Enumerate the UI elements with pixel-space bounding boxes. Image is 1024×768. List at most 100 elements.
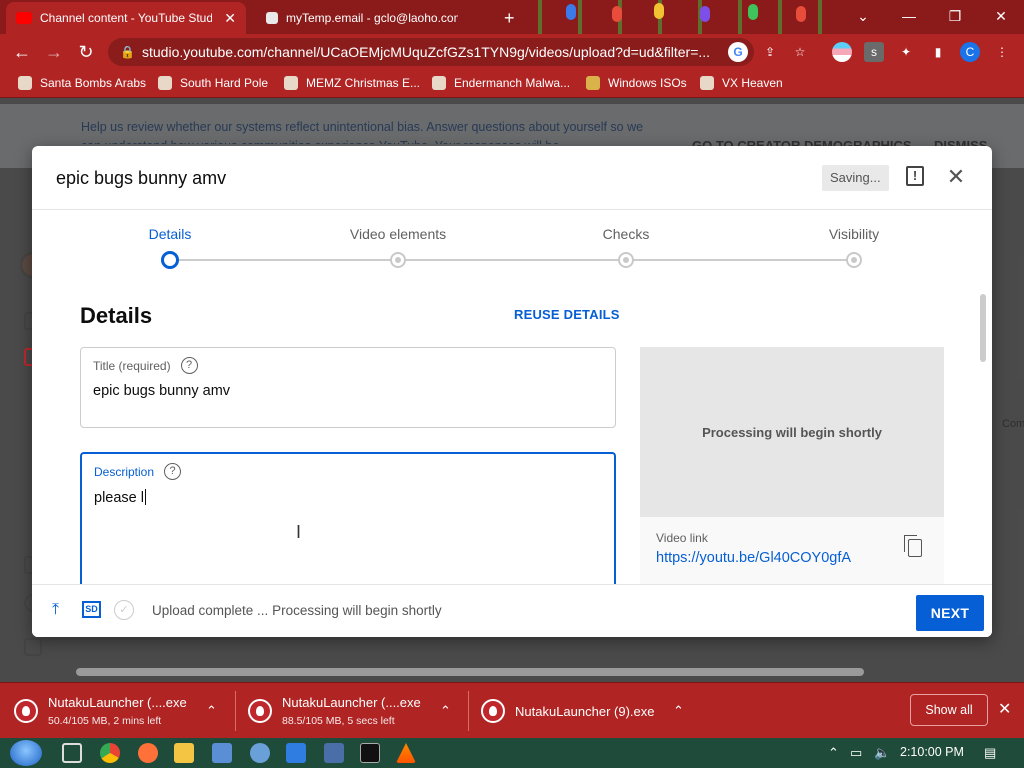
description-input[interactable]: please l	[94, 489, 146, 506]
bookmark-star-icon[interactable]: ☆	[790, 42, 810, 62]
bulb-decoration	[700, 6, 710, 22]
copy-icon[interactable]	[904, 535, 922, 557]
tab-close-icon[interactable]: ✕	[224, 10, 236, 27]
bulb-decoration	[566, 4, 576, 20]
file-explorer-icon[interactable]	[174, 743, 194, 763]
minimize-button[interactable]: —	[886, 4, 932, 28]
extensions-puzzle-icon[interactable]: ✦	[896, 42, 916, 62]
show-all-button[interactable]: Show all	[910, 694, 988, 726]
chevron-up-icon[interactable]: ⌃	[206, 703, 217, 719]
reload-icon[interactable]: ↻	[74, 40, 98, 64]
description-field-label: Description ?	[94, 463, 182, 480]
bookmark-item[interactable]: Endermanch Malwa...	[432, 76, 570, 90]
forward-arrow-icon[interactable]: →	[42, 40, 66, 64]
youtube-icon	[16, 12, 32, 24]
side-panel-icon[interactable]: ▮	[928, 42, 948, 62]
menu-kebab-icon[interactable]: ⋮	[992, 42, 1012, 62]
restore-button[interactable]: ❐	[932, 4, 978, 28]
address-bar[interactable]: 🔒 studio.youtube.com/channel/UCaOEMjcMUq…	[108, 38, 754, 66]
step-visibility[interactable]: Visibility	[794, 226, 914, 242]
bookmark-item[interactable]: Santa Bombs Arabs	[18, 76, 146, 90]
step-checks[interactable]: Checks	[566, 226, 686, 242]
horizontal-scrollbar[interactable]	[76, 668, 864, 676]
dialog-scrollbar[interactable]	[980, 294, 986, 362]
bookmark-item[interactable]: South Hard Pole	[158, 76, 268, 90]
clock[interactable]: 2:10:00 PM	[900, 745, 964, 759]
chrome-icon[interactable]	[100, 743, 120, 763]
sd-quality-icon[interactable]: SD	[82, 601, 101, 618]
volume-icon[interactable]: 🔈	[874, 745, 890, 761]
help-icon[interactable]: ?	[180, 357, 198, 374]
tab-search-chevron-icon[interactable]: ⌄	[840, 4, 886, 28]
title-label-text: Title (required)	[93, 358, 171, 373]
bookmark-item[interactable]: MEMZ Christmas E...	[284, 76, 420, 90]
app-icon[interactable]	[250, 743, 270, 763]
flag-extension-icon[interactable]	[832, 42, 852, 62]
window-close-button[interactable]: ✕	[978, 4, 1024, 28]
report-issue-icon[interactable]: !	[906, 166, 924, 186]
bookmark-label: South Hard Pole	[180, 76, 269, 90]
network-icon[interactable]: ▭	[850, 745, 862, 761]
site-icon	[266, 12, 278, 24]
download-name: NutakuLauncher (9).exe	[515, 704, 655, 719]
divider	[468, 691, 469, 731]
download-item[interactable]: NutakuLauncher (....exe 50.4/105 MB, 2 m…	[14, 683, 224, 739]
browser-toolbar: ← → ↻ 🔒 studio.youtube.com/channel/UCaOE…	[0, 34, 1024, 70]
nutaku-file-icon	[14, 699, 38, 723]
tray-chevron-icon[interactable]: ⌃	[828, 745, 839, 761]
back-arrow-icon[interactable]: ←	[10, 40, 34, 64]
tab-mytemp-email[interactable]: myTemp.email - gclo@laoho.com	[256, 2, 486, 34]
new-tab-button[interactable]: +	[494, 2, 525, 34]
step-dot[interactable]	[390, 252, 406, 268]
bookmark-item[interactable]: Windows ISOs	[586, 76, 687, 90]
dialog-close-icon[interactable]: ✕	[944, 164, 968, 190]
download-item[interactable]: NutakuLauncher (....exe 88.5/105 MB, 5 s…	[248, 683, 458, 739]
chevron-up-icon[interactable]: ⌃	[440, 703, 451, 719]
app-icon[interactable]	[212, 743, 232, 763]
close-downloads-icon[interactable]: ✕	[998, 699, 1011, 719]
extension-s-icon[interactable]: s	[864, 42, 884, 62]
description-label-text: Description	[94, 464, 155, 479]
windows-taskbar: ⌃ ▭ 🔈 2:10:00 PM ▤	[0, 738, 1024, 768]
tab-youtube-studio[interactable]: Channel content - YouTube Studi ✕	[6, 2, 246, 34]
next-button[interactable]: NEXT	[916, 595, 984, 631]
download-item[interactable]: NutakuLauncher (9).exe ⌃	[481, 683, 691, 739]
vlc-icon[interactable]	[396, 743, 416, 763]
firefox-icon[interactable]	[138, 743, 158, 763]
title-field[interactable]: Title (required) ? epic bugs bunny amv	[80, 347, 616, 428]
step-dot[interactable]	[618, 252, 634, 268]
bookmark-icon	[18, 76, 32, 90]
checks-icon[interactable]: ✓	[114, 600, 134, 620]
video-preview: Processing will begin shortly	[640, 347, 944, 517]
share-icon[interactable]: ⇪	[760, 42, 780, 62]
bookmark-label: Windows ISOs	[608, 76, 687, 90]
terminal-icon[interactable]	[360, 743, 380, 763]
bookmark-label: VX Heaven	[722, 76, 783, 90]
step-details[interactable]: Details	[110, 226, 230, 242]
google-lens-icon[interactable]: G	[728, 42, 748, 62]
step-dot-active[interactable]	[161, 251, 179, 269]
app-icon[interactable]	[324, 743, 344, 763]
start-button-icon[interactable]	[10, 740, 42, 766]
notifications-icon[interactable]: ▤	[984, 745, 996, 761]
upload-status-text: Upload complete ... Processing will begi…	[152, 603, 442, 618]
step-dot[interactable]	[846, 252, 862, 268]
bookmark-item[interactable]: VX Heaven	[700, 76, 783, 90]
preview-status-text: Processing will begin shortly	[702, 424, 882, 440]
bookmark-icon	[700, 76, 714, 90]
bookmark-icon	[284, 76, 298, 90]
video-link[interactable]: https://youtu.be/Gl40COY0gfA	[656, 550, 851, 566]
description-field[interactable]: Description ? please l	[80, 452, 616, 586]
video-link-label: Video link	[656, 531, 708, 545]
feedback-icon	[24, 638, 42, 656]
title-input[interactable]: epic bugs bunny amv	[93, 383, 230, 399]
chevron-up-icon[interactable]: ⌃	[673, 703, 684, 719]
profile-avatar[interactable]: C	[960, 42, 980, 62]
reuse-details-button[interactable]: REUSE DETAILS	[514, 307, 620, 322]
upload-icon[interactable]: ⤒	[52, 601, 59, 619]
dialog-title: epic bugs bunny amv	[56, 168, 227, 188]
step-video-elements[interactable]: Video elements	[338, 226, 458, 242]
app-icon[interactable]	[286, 743, 306, 763]
help-icon[interactable]: ?	[164, 463, 182, 480]
task-view-icon[interactable]	[62, 743, 82, 763]
